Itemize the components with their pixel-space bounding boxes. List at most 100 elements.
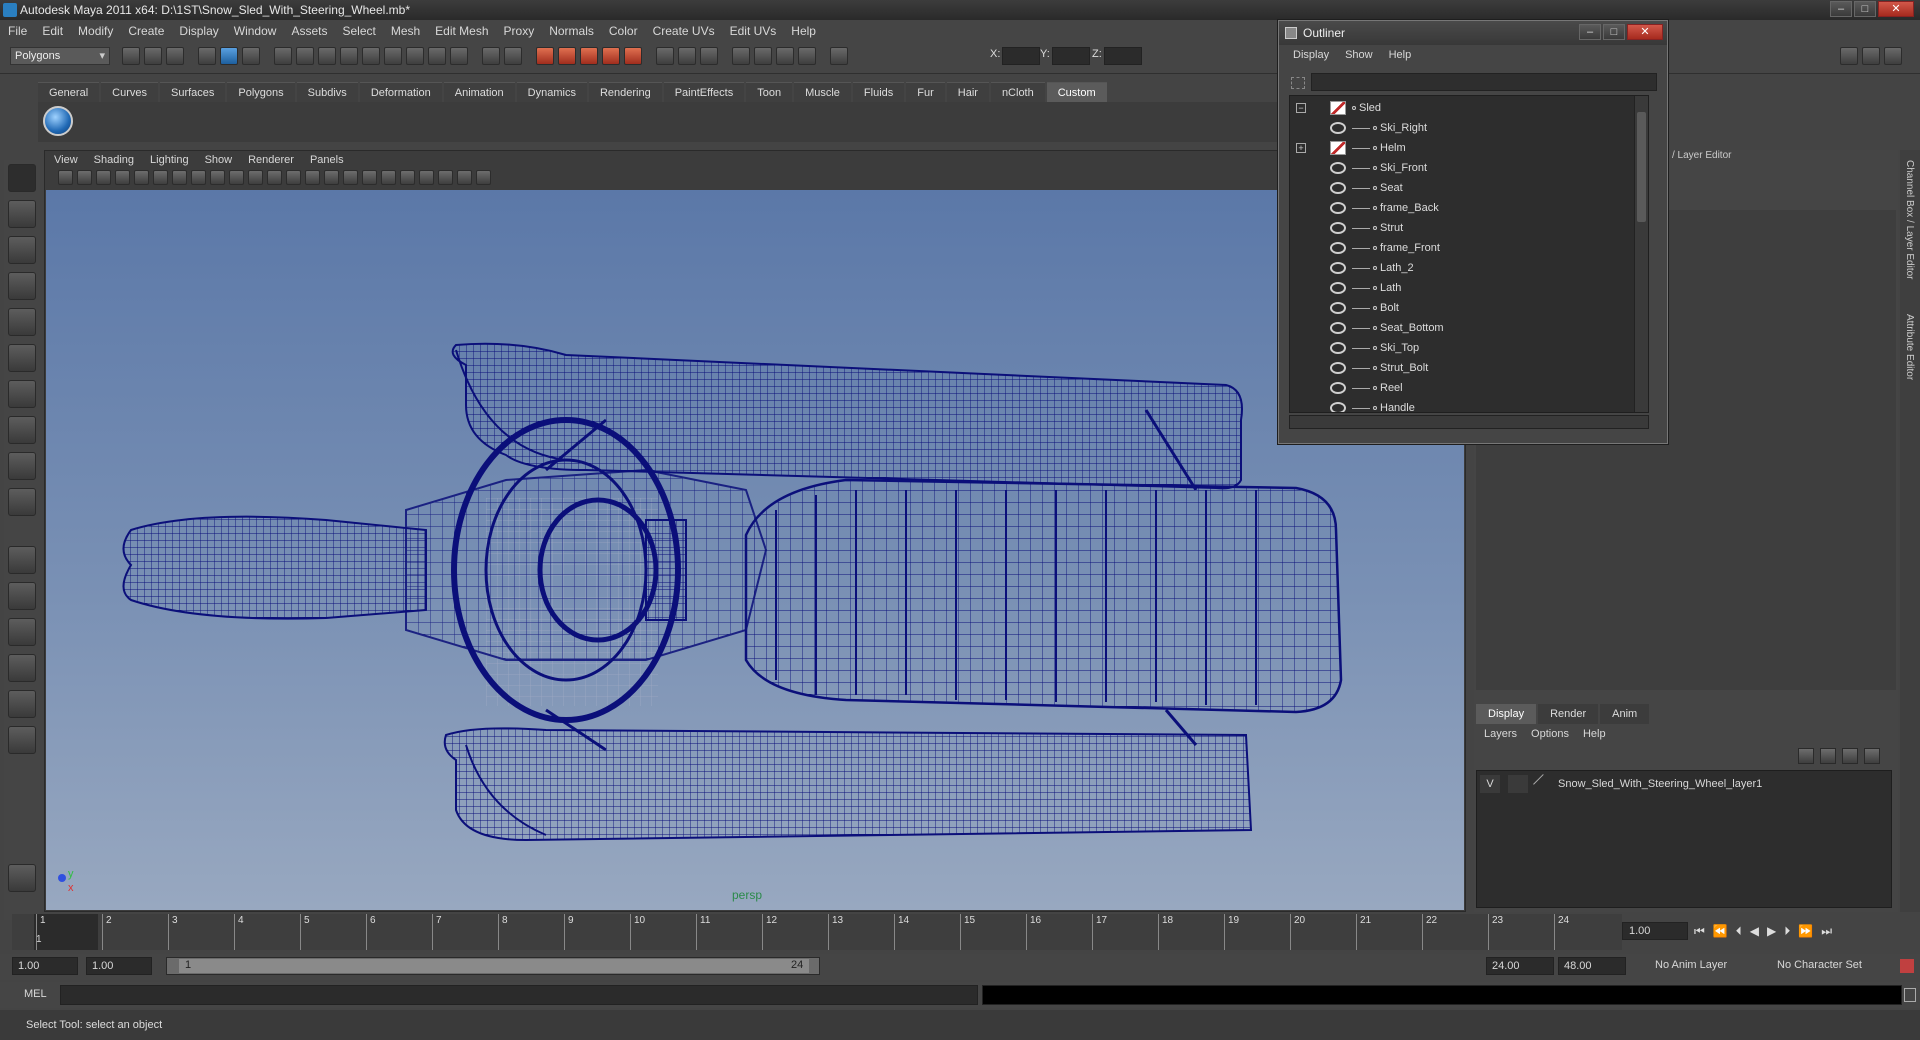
menu-assets[interactable]: Assets bbox=[291, 24, 327, 38]
select-hierarchy-icon[interactable] bbox=[198, 47, 216, 65]
highlight-selection-icon[interactable] bbox=[504, 47, 522, 65]
render-frame-icon[interactable] bbox=[754, 47, 772, 65]
select-object-icon[interactable] bbox=[220, 47, 238, 65]
persp-graph-hypergraph-layout-icon[interactable] bbox=[8, 726, 36, 754]
scale-tool-icon[interactable] bbox=[8, 344, 36, 372]
outliner-horizontal-scrollbar[interactable] bbox=[1289, 415, 1649, 429]
menu-create[interactable]: Create bbox=[128, 24, 164, 38]
smooth-shading-icon[interactable] bbox=[305, 170, 320, 185]
tab-ncloth[interactable]: nCloth bbox=[990, 82, 1045, 102]
tab-deformation[interactable]: Deformation bbox=[359, 82, 442, 102]
select-curves-icon[interactable] bbox=[340, 47, 358, 65]
snap-view-plane-icon[interactable] bbox=[602, 47, 620, 65]
persp-hypershade-layout-icon[interactable] bbox=[8, 690, 36, 718]
character-set-dropdown[interactable]: No Character Set bbox=[1772, 957, 1882, 975]
playback-start-field[interactable]: 1.00 bbox=[86, 957, 152, 975]
select-joints-icon[interactable] bbox=[318, 47, 336, 65]
save-scene-icon[interactable] bbox=[166, 47, 184, 65]
animation-end-field[interactable]: 48.00 bbox=[1558, 957, 1626, 975]
tab-rendering[interactable]: Rendering bbox=[588, 82, 662, 102]
go-to-end-icon[interactable]: ⏭ bbox=[1821, 924, 1832, 939]
layer-tab-anim[interactable]: Anim bbox=[1600, 704, 1650, 724]
custom-shelf-button-icon[interactable] bbox=[43, 106, 73, 136]
select-component-icon[interactable] bbox=[242, 47, 260, 65]
tab-polygons[interactable]: Polygons bbox=[227, 82, 295, 102]
outliner-item-ski-top[interactable]: Ski_Top bbox=[1330, 338, 1419, 358]
output-ops-icon[interactable] bbox=[678, 47, 696, 65]
outliner-item-sled[interactable]: Sled bbox=[1330, 98, 1381, 118]
move-layer-up-icon[interactable] bbox=[1798, 748, 1814, 764]
new-layer-from-selected-icon[interactable] bbox=[1864, 748, 1880, 764]
ipr-render-icon[interactable] bbox=[776, 47, 794, 65]
panel-menu-lighting[interactable]: Lighting bbox=[150, 152, 189, 168]
outliner-menu-show[interactable]: Show bbox=[1345, 45, 1373, 65]
playback-end-field[interactable]: 24.00 bbox=[1486, 957, 1554, 975]
outliner-item-seat[interactable]: Seat bbox=[1330, 178, 1403, 198]
select-misc-icon[interactable] bbox=[450, 47, 468, 65]
layer-color-swatch[interactable] bbox=[1533, 774, 1553, 794]
step-back-frame-icon[interactable]: ⏴ bbox=[1736, 924, 1742, 939]
menu-select[interactable]: Select bbox=[342, 24, 375, 38]
menu-file[interactable]: File bbox=[8, 24, 27, 38]
outliner-item-reel[interactable]: Reel bbox=[1330, 378, 1403, 398]
field-chart-icon[interactable] bbox=[229, 170, 244, 185]
layer-menu-layers[interactable]: Layers bbox=[1484, 728, 1517, 740]
go-to-start-icon[interactable]: ⏮ bbox=[1694, 924, 1705, 939]
layer-menu-help[interactable]: Help bbox=[1583, 728, 1606, 740]
select-camera-icon[interactable] bbox=[58, 170, 73, 185]
step-forward-key-icon[interactable]: ⏩ bbox=[1798, 924, 1813, 939]
grid-toggle-icon[interactable] bbox=[153, 170, 168, 185]
step-forward-frame-icon[interactable]: ⏵ bbox=[1784, 924, 1790, 939]
layer-tab-render[interactable]: Render bbox=[1538, 704, 1599, 724]
resolution-gate-icon[interactable] bbox=[191, 170, 206, 185]
outliner-item-ski-front[interactable]: Ski_Front bbox=[1330, 158, 1427, 178]
menu-mesh[interactable]: Mesh bbox=[391, 24, 420, 38]
all-lights-icon[interactable] bbox=[381, 170, 396, 185]
xray-joints-icon[interactable] bbox=[457, 170, 472, 185]
soft-modification-icon[interactable] bbox=[8, 416, 36, 444]
lock-selection-icon[interactable] bbox=[482, 47, 500, 65]
play-forward-icon[interactable]: ▶ bbox=[1767, 924, 1776, 939]
wireframe-on-shaded-icon[interactable] bbox=[324, 170, 339, 185]
step-back-key-icon[interactable]: ⏪ bbox=[1713, 924, 1728, 939]
xray-icon[interactable] bbox=[438, 170, 453, 185]
layer-tab-display[interactable]: Display bbox=[1476, 704, 1537, 724]
snap-curve-icon[interactable] bbox=[558, 47, 576, 65]
anim-layer-dropdown[interactable]: No Anim Layer bbox=[1650, 957, 1760, 975]
tab-dynamics[interactable]: Dynamics bbox=[516, 82, 587, 102]
outliner-menu-help[interactable]: Help bbox=[1389, 45, 1412, 65]
bookmarks-icon[interactable] bbox=[96, 170, 111, 185]
tab-subdivs[interactable]: Subdivs bbox=[296, 82, 358, 102]
hud-icon[interactable] bbox=[476, 170, 491, 185]
wireframe-shading-icon[interactable] bbox=[286, 170, 301, 185]
menu-create-uvs[interactable]: Create UVs bbox=[653, 24, 715, 38]
tool-settings-icon[interactable] bbox=[8, 864, 36, 892]
select-tool-icon[interactable] bbox=[8, 164, 36, 192]
menu-modify[interactable]: Modify bbox=[78, 24, 113, 38]
play-backward-icon[interactable]: ◀ bbox=[1750, 924, 1759, 939]
time-slider[interactable]: 1 2 3 4 5 6 7 8 9 10 11 12 13 14 15 16 1… bbox=[12, 914, 1622, 950]
current-frame-field[interactable]: 1.00 bbox=[1622, 922, 1688, 940]
outliner-filter-icon[interactable] bbox=[1291, 77, 1305, 89]
snap-point-icon[interactable] bbox=[580, 47, 598, 65]
tab-fur[interactable]: Fur bbox=[906, 82, 945, 102]
outliner-menu-display[interactable]: Display bbox=[1293, 45, 1329, 65]
move-tool-icon[interactable] bbox=[8, 272, 36, 300]
menu-help[interactable]: Help bbox=[791, 24, 816, 38]
outliner-item-bolt[interactable]: Bolt bbox=[1330, 298, 1399, 318]
outliner-item-lath[interactable]: Lath bbox=[1330, 278, 1401, 298]
select-surfaces-icon[interactable] bbox=[362, 47, 380, 65]
default-lighting-icon[interactable] bbox=[362, 170, 377, 185]
rotate-tool-icon[interactable] bbox=[8, 308, 36, 336]
perspective-viewport[interactable] bbox=[46, 190, 1464, 910]
z-field[interactable] bbox=[1104, 47, 1142, 65]
mel-input[interactable] bbox=[60, 985, 978, 1005]
auto-key-icon[interactable] bbox=[1900, 959, 1914, 973]
menu-display[interactable]: Display bbox=[179, 24, 218, 38]
outliner-item-frame-back[interactable]: frame_Back bbox=[1330, 198, 1439, 218]
range-slider[interactable]: 1 24 bbox=[166, 957, 820, 975]
outliner-maximize-icon[interactable]: □ bbox=[1603, 24, 1625, 40]
input-ops-icon[interactable] bbox=[656, 47, 674, 65]
outliner-minimize-icon[interactable]: – bbox=[1579, 24, 1601, 40]
select-handles-icon[interactable] bbox=[296, 47, 314, 65]
